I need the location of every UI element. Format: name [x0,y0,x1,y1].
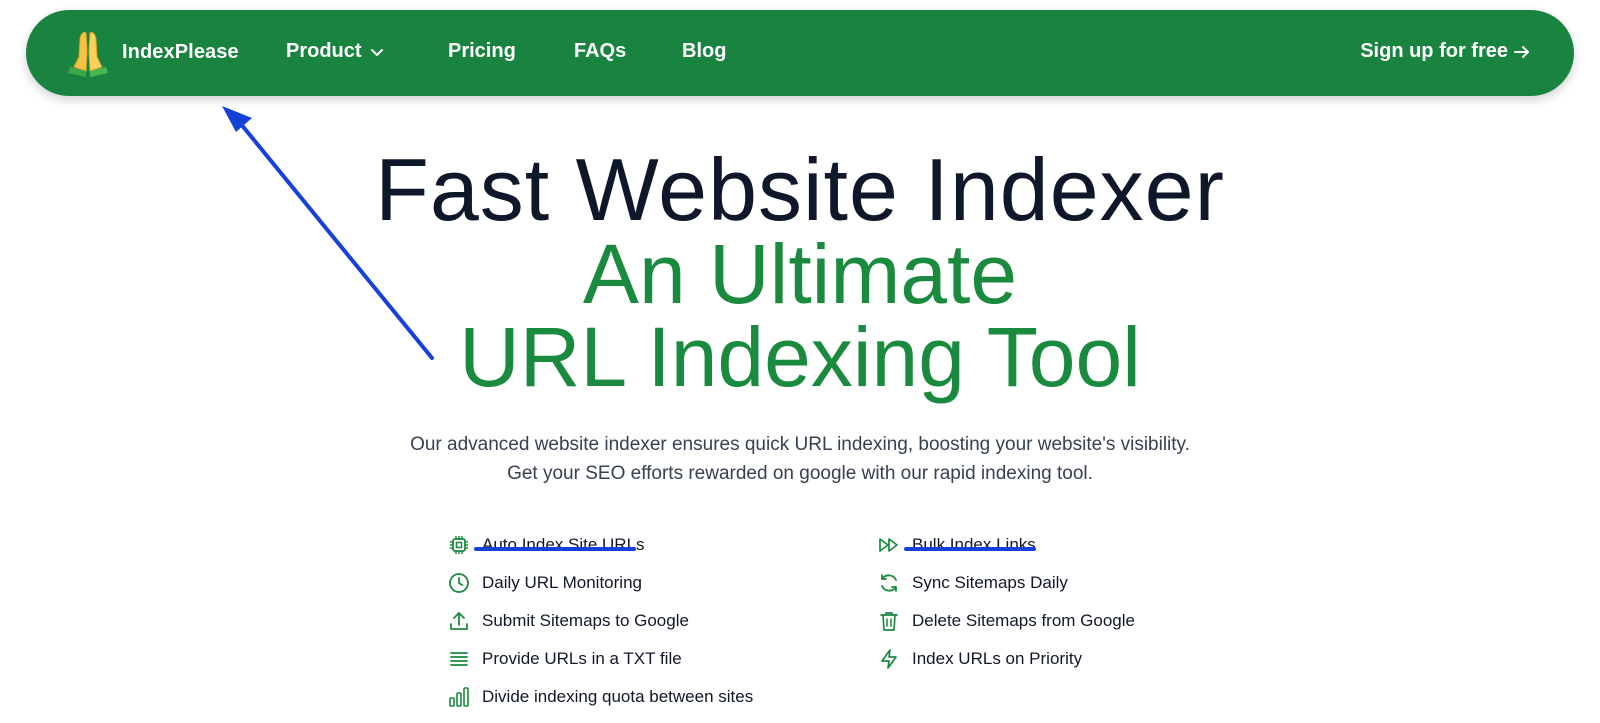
brand-logo-link[interactable]: IndexPlease [66,27,239,77]
feature-daily-monitoring: Daily URL Monitoring [448,572,642,594]
arrow-right-icon [1514,45,1529,58]
feature-label: Daily URL Monitoring [482,573,642,592]
feature-label: Submit Sitemaps to Google [482,611,689,630]
hero-subtitle-line2: Get your SEO efforts rewarded on google … [507,463,1093,484]
trash-icon [880,612,898,631]
feature-bulk-index: Bulk Index Links [878,534,1036,556]
feature-sync-sitemaps: Sync Sitemaps Daily [878,572,1068,594]
feature-auto-index: Auto Index Site URLs [448,534,645,556]
hero-subtitle-line1: Our advanced website indexer ensures qui… [410,434,1190,455]
feature-label: Divide indexing quota between sites [482,687,754,706]
list-lines-icon [450,652,468,666]
bar-chart-icon [449,687,469,707]
feature-divide-quota: Divide indexing quota between sites [448,686,753,708]
feature-label: Index URLs on Priority [912,649,1083,668]
hero-title-line1-text: Fast Website Indexer [375,140,1225,239]
feature-label: Auto Index Site URLs [482,535,645,554]
hero-title-line2-text: An Ultimate [582,227,1018,321]
lightning-icon [881,649,897,669]
feature-delete-sitemaps: Delete Sitemaps from Google [878,610,1135,632]
feature-submit-sitemaps: Submit Sitemaps to Google [448,610,689,632]
nav-product-dropdown[interactable]: Product [286,40,384,63]
hero-title-line2: An Ultimate [0,232,1600,316]
hero-title-line3: URL Indexing Tool [0,315,1600,399]
fast-forward-icon [879,538,898,552]
annotation-underline [474,547,636,551]
praying-hands-icon [68,32,108,77]
nav-pricing-link[interactable]: Pricing [448,40,516,63]
chevron-down-icon [370,49,383,56]
hero-title-line3-text: URL Indexing Tool [459,310,1141,404]
hero-title-line1: Fast Website Indexer [0,146,1600,234]
nav-blog-link[interactable]: Blog [682,40,726,63]
chip-icon [450,536,468,554]
feature-txt-file: Provide URLs in a TXT file [448,648,682,670]
feature-label: Sync Sitemaps Daily [912,573,1068,592]
feature-priority-index: Index URLs on Priority [878,648,1082,670]
refresh-icon [881,574,897,592]
nav-faqs-link[interactable]: FAQs [574,40,626,63]
feature-label: Delete Sitemaps from Google [912,611,1135,630]
nav-product-label: Product [286,40,362,62]
signup-button[interactable]: Sign up for free [1360,40,1530,63]
signup-label: Sign up for free [1360,40,1508,62]
annotation-underline [904,547,1036,551]
feature-label: Provide URLs in a TXT file [482,649,682,668]
top-navbar: IndexPlease Product Pricing FAQs Blog Si… [26,10,1574,96]
brand-name: IndexPlease [122,40,239,63]
clock-icon [449,573,469,593]
upload-icon [450,612,468,630]
feature-label: Bulk Index Links [912,535,1036,554]
